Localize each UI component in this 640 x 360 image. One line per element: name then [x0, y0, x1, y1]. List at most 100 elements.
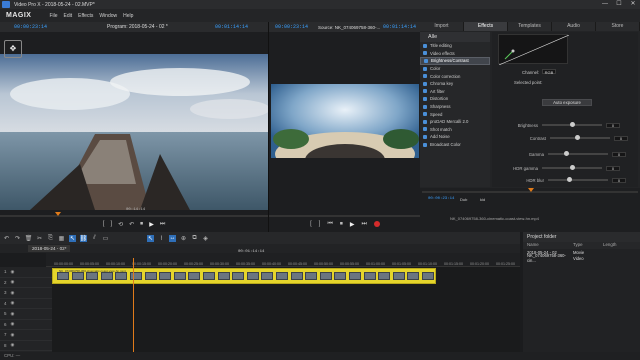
curve-box[interactable] — [498, 34, 570, 66]
playhead[interactable] — [133, 258, 134, 352]
source-video[interactable] — [271, 84, 419, 176]
column-name[interactable]: Name — [523, 242, 573, 249]
source-play-button[interactable]: ▶ — [350, 221, 355, 228]
project-folder-row[interactable]: NK_074069758-360-cin... Video — [523, 253, 640, 263]
record-icon[interactable] — [373, 221, 380, 227]
column-type[interactable]: Type — [573, 242, 603, 249]
track-header[interactable]: 3 ◉ — [0, 288, 52, 299]
link-icon[interactable]: ⛓ — [80, 234, 87, 242]
slider-track[interactable] — [542, 165, 602, 170]
slider-knob[interactable] — [569, 122, 575, 127]
video-clip[interactable]: NK_074069758-360-cinematic-coast-view-hn… — [52, 268, 436, 284]
zoom-icon[interactable]: ⊕ — [180, 235, 187, 242]
effect-timeline-marker[interactable] — [528, 188, 534, 192]
track-header[interactable]: 4 ◉ — [0, 299, 52, 309]
track-visibility-icon[interactable]: ◉ — [11, 269, 15, 275]
slider-track[interactable] — [542, 122, 602, 127]
mode-arrow-icon[interactable]: ↖ — [147, 234, 154, 242]
track-header[interactable]: 2 ◉ — [0, 278, 52, 288]
delete-icon[interactable]: 🗑 — [25, 235, 33, 242]
slider-value[interactable]: 0 — [606, 165, 620, 171]
navigation-move-icon[interactable]: ✥ — [4, 40, 22, 58]
track-visibility-icon[interactable]: ◉ — [11, 290, 15, 296]
group-icon[interactable]: ▭ — [102, 235, 109, 242]
mark-in-button[interactable]: [ — [103, 221, 105, 227]
track-header[interactable]: 1 ◉ — [0, 267, 52, 278]
track-visibility-icon[interactable]: ◉ — [11, 311, 15, 317]
cut-icon[interactable]: ✂ — [36, 235, 43, 242]
redo-icon[interactable]: ↷ — [14, 235, 21, 242]
undo-icon[interactable]: ↶ — [3, 235, 10, 242]
effect-timeline-bar[interactable] — [422, 188, 638, 193]
effect-list-header[interactable]: Alle — [420, 32, 490, 42]
undo-transport-button[interactable]: ↶ — [129, 221, 134, 228]
stop-button[interactable]: ⏹ — [140, 221, 143, 228]
slider-knob[interactable] — [566, 177, 572, 182]
loop-button[interactable]: ⟲ — [118, 221, 123, 228]
slider-value[interactable]: 0 — [612, 151, 626, 157]
effect-item-video-effects[interactable]: Video effects — [420, 50, 490, 58]
stretch-icon[interactable]: ↔ — [169, 234, 176, 242]
slider-value[interactable]: 0 — [606, 122, 620, 128]
slider-knob[interactable] — [574, 135, 580, 140]
program-scrub-marker[interactable] — [55, 212, 61, 216]
tab-effects[interactable]: Effects — [464, 22, 508, 31]
source-mark-in-button[interactable]: [ — [310, 221, 312, 227]
source-prev-button[interactable]: ⏮ — [327, 221, 332, 228]
program-video[interactable] — [0, 54, 270, 210]
track-header[interactable]: 5 ◉ — [0, 309, 52, 320]
next-button[interactable]: ⏭ — [160, 221, 165, 228]
menu-file[interactable]: File — [49, 13, 57, 19]
slider-track[interactable] — [550, 135, 610, 140]
effect-item-color-correction[interactable]: Color correction — [420, 72, 490, 80]
slider-value[interactable]: 0 — [614, 135, 628, 141]
effect-item-shot-match[interactable]: Shot match — [420, 126, 490, 134]
source-scrub-bar[interactable] — [269, 215, 421, 217]
track-header[interactable]: 7 ◉ — [0, 330, 52, 341]
project-tab[interactable]: 2018-05-24 - 02* — [28, 245, 71, 252]
slider-knob[interactable] — [563, 151, 569, 156]
effect-item-distortion[interactable]: Distortion — [420, 95, 490, 103]
effect-item-broadcast-color[interactable]: Broadcast Color — [420, 141, 490, 149]
paste-icon[interactable]: ▦ — [58, 235, 65, 242]
pointer-tool-icon[interactable]: ↖ — [69, 234, 76, 242]
effect-item-brightness-contrast[interactable]: Brightness/Contrast — [420, 57, 490, 65]
source-stop-button[interactable]: ⏹ — [340, 221, 343, 228]
auto-exposure-button[interactable]: Auto exposure — [542, 99, 592, 106]
close-button[interactable]: ✕ — [626, 0, 640, 9]
razor-icon[interactable]: ⌇ — [158, 235, 165, 242]
slider-track[interactable] — [548, 177, 608, 182]
track-visibility-icon[interactable]: ◉ — [11, 300, 15, 306]
tab-store[interactable]: Store — [596, 22, 640, 31]
column-length[interactable]: Length — [603, 242, 633, 249]
timeline-ruler[interactable]: 00:00:00:00 00:00:05:00 00:00:10:00 00:00:1… — [46, 253, 520, 267]
menu-window[interactable]: Window — [99, 13, 117, 19]
effect-item-chroma-key[interactable]: Chroma key — [420, 80, 490, 88]
channel-select[interactable]: RGB — [542, 69, 556, 75]
maximize-button[interactable]: ☐ — [612, 0, 626, 9]
menu-edit[interactable]: Edit — [64, 13, 73, 19]
track-header[interactable]: 6 ◉ — [0, 320, 52, 330]
effect-item-speed[interactable]: Speed — [420, 110, 490, 118]
snap-icon[interactable]: ⧉ — [191, 235, 198, 242]
split-icon[interactable]: ⫽ — [91, 235, 98, 242]
slider-track[interactable] — [548, 151, 608, 156]
source-mark-out-button[interactable]: ] — [319, 221, 321, 227]
track-visibility-icon[interactable]: ◉ — [11, 332, 15, 338]
tab-import[interactable]: Import — [420, 22, 464, 31]
minimize-button[interactable]: — — [598, 0, 612, 9]
track-visibility-icon[interactable]: ◉ — [11, 321, 15, 327]
effect-item-title-editing[interactable]: Title editing — [420, 42, 490, 50]
slider-knob[interactable] — [569, 165, 575, 170]
menu-effects[interactable]: Effects — [78, 13, 93, 19]
track-header[interactable]: 8 ◉ — [0, 341, 52, 351]
effect-item-add-noise[interactable]: Add Noise — [420, 133, 490, 141]
tab-audio[interactable]: Audio — [552, 22, 596, 31]
copy-icon[interactable]: ⎘ — [47, 235, 54, 242]
track-visibility-icon[interactable]: ◉ — [11, 342, 15, 348]
effect-item-color[interactable]: Color — [420, 65, 490, 73]
program-scrub-bar[interactable] — [0, 212, 268, 217]
marker-icon[interactable]: ◈ — [202, 235, 209, 242]
effect-item-mercalli[interactable]: proDAD Mercalli 2.0 — [420, 118, 490, 126]
track-visibility-icon[interactable]: ◉ — [11, 279, 15, 285]
